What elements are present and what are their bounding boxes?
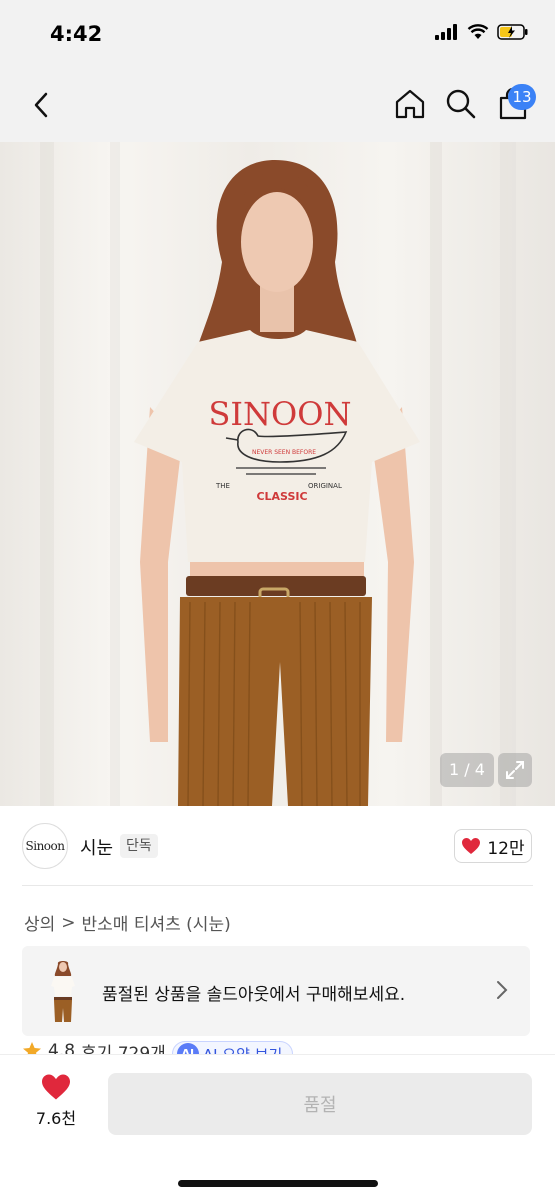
soldout-banner[interactable]: 품절된 상품을 솔드아웃에서 구매해보세요. xyxy=(22,946,530,1036)
home-indicator xyxy=(178,1180,378,1187)
status-bar: 4:42 xyxy=(0,0,555,70)
wifi-icon xyxy=(467,24,489,39)
breadcrumb-category[interactable]: 상의 xyxy=(24,910,55,935)
breadcrumb-subcategory[interactable]: 반소매 티셔츠 (시눈) xyxy=(82,910,231,935)
battery-icon xyxy=(497,24,528,40)
brand-name[interactable]: 시눈 xyxy=(80,834,113,860)
chevron-right-icon xyxy=(497,981,508,999)
product-photo: SINOON NEVER SEEN BEFORE THE ORIGINAL CL… xyxy=(40,142,516,806)
breadcrumb-separator: > xyxy=(61,912,76,933)
wish-count: 7.6천 xyxy=(35,1109,77,1128)
brand-like-button[interactable]: 12만 xyxy=(454,829,532,863)
divider xyxy=(22,885,533,886)
signal-icon xyxy=(435,24,457,40)
home-icon xyxy=(395,89,425,119)
bottom-bar: 7.6천 품절 xyxy=(0,1054,555,1200)
exclusive-badge: 단독 xyxy=(120,834,158,858)
shirt-right-text: ORIGINAL xyxy=(308,482,342,490)
shirt-left-text: THE xyxy=(215,482,230,490)
expand-button[interactable] xyxy=(498,753,532,787)
shirt-badge-text: NEVER SEEN BEFORE xyxy=(252,449,316,456)
cart-badge: 13 xyxy=(508,84,536,110)
search-icon xyxy=(446,89,476,119)
status-icons xyxy=(435,24,529,40)
expand-icon xyxy=(506,761,524,779)
home-button[interactable] xyxy=(393,87,427,121)
image-counter: 1 / 4 xyxy=(440,753,494,787)
chevron-left-icon xyxy=(34,92,48,118)
heart-icon xyxy=(462,838,481,854)
nav-bar xyxy=(0,70,555,142)
back-button[interactable] xyxy=(26,90,56,120)
shirt-bottom-text: CLASSIC xyxy=(256,490,307,503)
brand-logo[interactable]: Sinoon xyxy=(22,823,68,869)
product-image[interactable]: SINOON NEVER SEEN BEFORE THE ORIGINAL CL… xyxy=(0,142,555,806)
breadcrumb: 상의 > 반소매 티셔츠 (시눈) xyxy=(24,910,231,936)
banner-thumbnail xyxy=(46,960,80,1022)
soldout-button[interactable]: 품절 xyxy=(108,1073,532,1135)
status-time: 4:42 xyxy=(50,22,103,46)
search-button[interactable] xyxy=(444,87,478,121)
brand-like-count: 12만 xyxy=(487,838,525,859)
wish-button[interactable]: 7.6천 xyxy=(26,1073,86,1133)
heart-icon xyxy=(42,1074,70,1100)
banner-text: 품절된 상품을 솔드아웃에서 구매해보세요. xyxy=(102,985,406,1005)
shirt-brand-text: SINOON xyxy=(208,395,351,433)
